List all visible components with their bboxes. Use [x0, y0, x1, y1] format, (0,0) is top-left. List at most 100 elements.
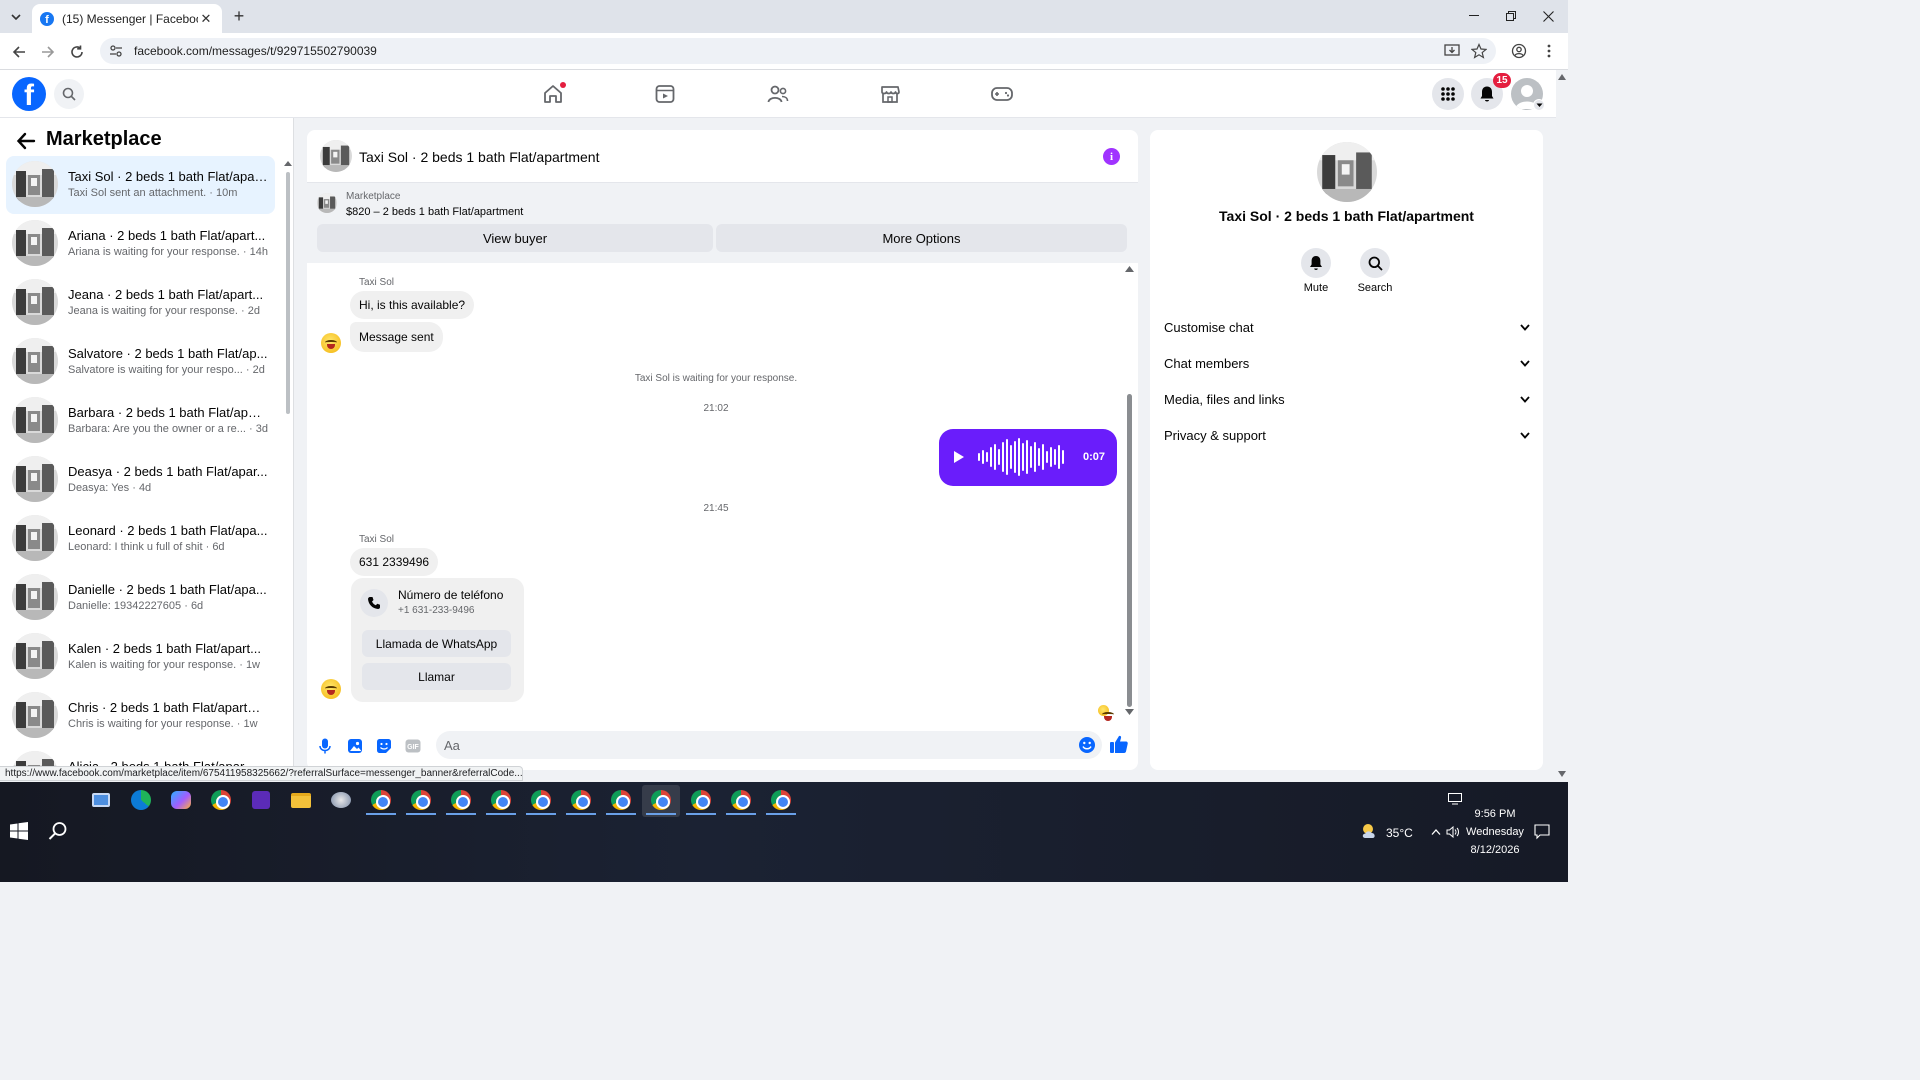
conversation-item[interactable]: Kalen · 2 beds 1 bath Flat/apart... Kalen… — [6, 628, 275, 686]
account-chevron-down-icon[interactable] — [1533, 99, 1545, 111]
conversation-item[interactable]: Salvatore · 2 beds 1 bath Flat/ap... Salv… — [6, 333, 275, 391]
weather-temperature[interactable]: 35°C — [1386, 826, 1413, 840]
chrome-taskbar-icon[interactable] — [369, 788, 393, 812]
clock-day[interactable]: Wednesday — [1462, 826, 1528, 838]
apps-menu-icon[interactable] — [1432, 78, 1464, 110]
chrome-taskbar-icon[interactable] — [689, 788, 713, 812]
volume-icon[interactable] — [1446, 825, 1460, 839]
show-hidden-icons-icon[interactable] — [1429, 825, 1443, 839]
facebook-search-icon[interactable] — [54, 79, 84, 109]
terminal-taskbar-icon[interactable] — [249, 788, 273, 812]
this-pc-taskbar-icon[interactable] — [89, 788, 113, 812]
emoji-picker-icon[interactable] — [1078, 736, 1096, 754]
file-explorer-taskbar-icon[interactable] — [289, 788, 313, 812]
gaming-icon[interactable] — [988, 80, 1016, 108]
chat-avatar[interactable] — [320, 140, 352, 172]
search-conversation-icon[interactable] — [1360, 248, 1390, 278]
back-arrow-icon[interactable] — [16, 131, 36, 151]
list-scrollbar[interactable] — [286, 172, 290, 414]
video-icon[interactable] — [651, 80, 679, 108]
chrome-taskbar-icon[interactable] — [409, 788, 433, 812]
tab-close-icon[interactable]: ✕ — [198, 11, 214, 27]
media-files-links-row[interactable]: Media, files and links — [1164, 389, 1530, 409]
chat-title[interactable]: Taxi Sol · 2 beds 1 bath Flat/apartment — [359, 149, 599, 165]
chrome-taskbar-icon[interactable] — [769, 788, 793, 812]
reload-icon[interactable] — [67, 42, 87, 62]
conversation-info-icon[interactable]: i — [1103, 148, 1120, 165]
chrome-taskbar-icon[interactable] — [449, 788, 473, 812]
back-icon[interactable] — [9, 42, 29, 62]
chat-scroll-down-icon[interactable] — [1125, 709, 1134, 715]
chrome-taskbar-icon[interactable] — [649, 788, 673, 812]
page-scroll-down-icon[interactable] — [1558, 771, 1566, 777]
privacy-support-row[interactable]: Privacy & support — [1164, 425, 1530, 445]
conversation-item[interactable]: Ariana · 2 beds 1 bath Flat/apart... Aria… — [6, 215, 275, 273]
voice-clip-icon[interactable] — [316, 737, 333, 754]
conversation-item[interactable]: Danielle · 2 beds 1 bath Flat/apa... Dani… — [6, 569, 275, 627]
facebook-logo-icon[interactable]: f — [12, 77, 46, 111]
windows-start-icon[interactable] — [10, 822, 30, 842]
restore-icon[interactable] — [1499, 6, 1523, 26]
clock-date[interactable]: 8/12/2026 — [1466, 844, 1524, 856]
listing-thumbnail[interactable] — [317, 193, 337, 213]
notification-center-icon[interactable] — [1534, 824, 1550, 840]
call-button[interactable]: Llamar — [362, 663, 511, 690]
forward-icon[interactable] — [38, 42, 58, 62]
close-window-icon[interactable] — [1536, 6, 1560, 26]
chrome-taskbar-icon[interactable] — [609, 788, 633, 812]
chrome-taskbar-icon[interactable] — [569, 788, 593, 812]
mute-bell-icon[interactable] — [1301, 248, 1331, 278]
list-scroll-up-icon[interactable] — [284, 160, 292, 168]
bookmark-star-icon[interactable] — [1470, 42, 1488, 60]
conversation-item[interactable]: Deasya · 2 beds 1 bath Flat/apar... Deasy… — [6, 451, 275, 509]
tab-search-icon[interactable] — [6, 7, 26, 27]
chrome-taskbar-icon[interactable] — [729, 788, 753, 812]
sticker-icon[interactable] — [375, 737, 392, 754]
page-scroll-up-icon[interactable] — [1558, 74, 1566, 80]
chrome-taskbar-icon[interactable] — [529, 788, 553, 812]
thumbs-up-icon[interactable] — [1109, 734, 1129, 754]
app-taskbar-icon[interactable] — [329, 788, 353, 812]
incoming-message[interactable]: 631 2339496 — [350, 548, 439, 576]
more-options-button[interactable]: More Options — [716, 224, 1127, 252]
install-app-icon[interactable] — [1443, 42, 1461, 60]
conversation-item[interactable]: Barbara · 2 beds 1 bath Flat/apar... Barb… — [6, 392, 275, 450]
conversation-item[interactable]: Taxi Sol · 2 beds 1 bath Flat/apar... Tax… — [6, 156, 275, 214]
edge-taskbar-icon[interactable] — [129, 788, 153, 812]
site-info-icon[interactable] — [108, 43, 124, 59]
weather-icon[interactable] — [1359, 822, 1381, 840]
chrome-taskbar-icon[interactable] — [209, 788, 233, 812]
whatsapp-call-button[interactable]: Llamada de WhatsApp — [362, 630, 511, 657]
copilot-taskbar-icon[interactable] — [169, 788, 193, 812]
incoming-message[interactable]: Hi, is this available? — [350, 291, 475, 319]
details-avatar[interactable] — [1317, 142, 1377, 202]
conversation-item[interactable]: Jeana · 2 beds 1 bath Flat/apart... Jeana… — [6, 274, 275, 332]
url-omnibox[interactable]: facebook.com/messages/t/929715502790039 — [100, 38, 1496, 64]
taskbar-search-icon[interactable] — [48, 821, 70, 843]
chat-members-row[interactable]: Chat members — [1164, 353, 1530, 373]
conversation-item[interactable]: Leonard · 2 beds 1 bath Flat/apa... Leona… — [6, 510, 275, 568]
friends-icon[interactable] — [764, 80, 792, 108]
conversation-item[interactable]: Chris · 2 beds 1 bath Flat/apartm... Chri… — [6, 687, 275, 745]
minimize-icon[interactable] — [1462, 6, 1486, 26]
browser-profile-icon[interactable] — [1510, 42, 1528, 60]
new-tab-icon[interactable]: + — [230, 7, 248, 26]
view-buyer-button[interactable]: View buyer — [317, 224, 713, 252]
incoming-message[interactable]: Message sent — [350, 322, 443, 352]
play-icon[interactable] — [952, 450, 966, 464]
action-center-icon[interactable] — [1448, 792, 1462, 806]
chat-scroll-up-icon[interactable] — [1125, 266, 1134, 272]
audio-waveform[interactable] — [976, 437, 1066, 477]
browser-tab-messenger[interactable]: f (15) Messenger | Facebook ✕ — [32, 4, 222, 33]
chat-scrollbar[interactable] — [1127, 394, 1132, 707]
running-app-indicator — [566, 813, 596, 815]
clock-time[interactable]: 9:56 PM — [1470, 808, 1520, 820]
attach-image-icon[interactable] — [346, 737, 363, 754]
marketplace-icon[interactable] — [876, 80, 904, 108]
gif-icon[interactable]: GIF — [404, 737, 421, 754]
chrome-taskbar-icon[interactable] — [489, 788, 513, 812]
browser-menu-icon[interactable] — [1540, 42, 1558, 60]
message-input[interactable] — [436, 731, 1102, 759]
listing-price-title[interactable]: $820 – 2 beds 1 bath Flat/apartment — [346, 206, 523, 218]
customise-chat-row[interactable]: Customise chat — [1164, 317, 1530, 337]
